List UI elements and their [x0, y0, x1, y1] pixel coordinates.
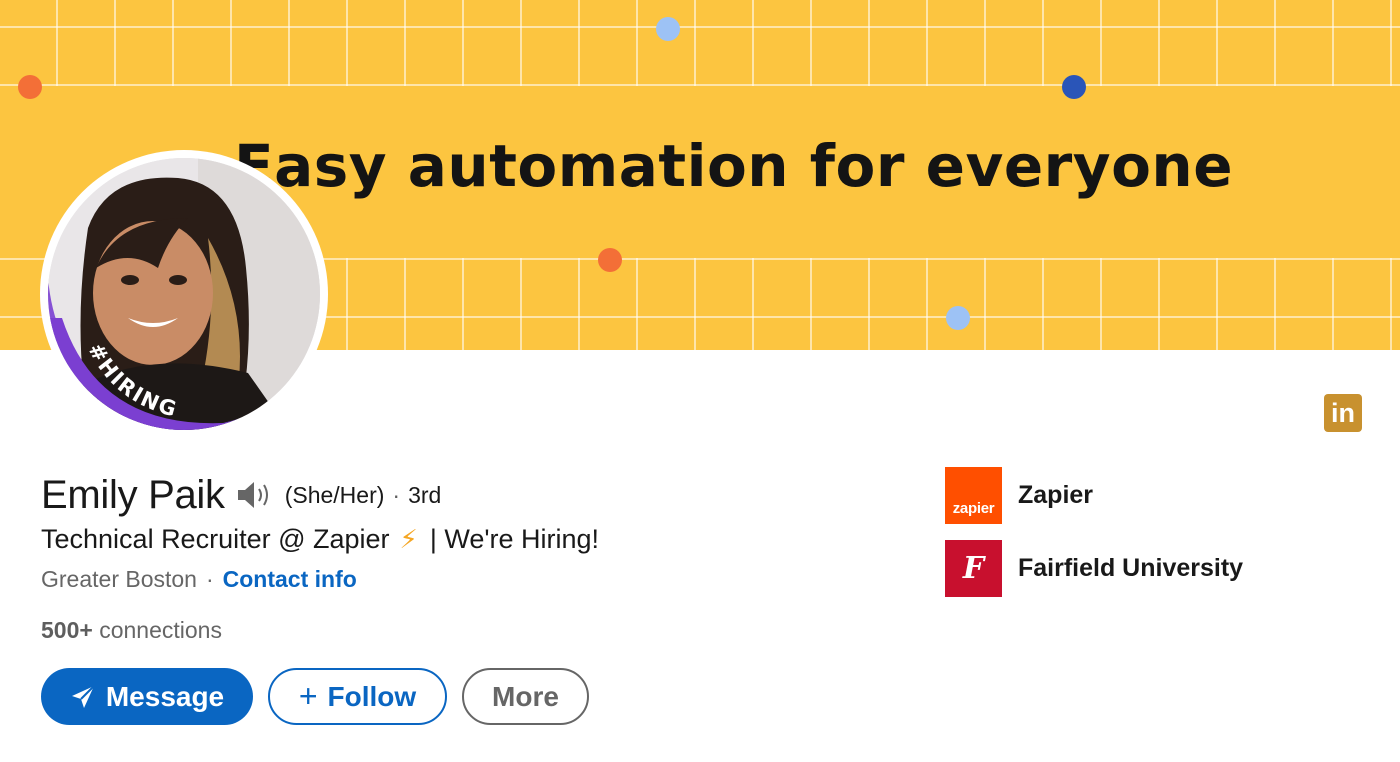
banner-dot-orange	[598, 248, 622, 272]
profile-name: Emily Paik	[41, 472, 225, 517]
banner-dot-lightblue	[656, 17, 680, 41]
separator-dot: ·	[392, 481, 401, 508]
contact-info-link[interactable]: Contact info	[223, 566, 357, 593]
connections-count: 500+ connections	[41, 617, 222, 644]
fairfield-logo-text: F	[962, 551, 985, 586]
org-item-fairfield-university[interactable]: F Fairfield University	[945, 540, 1243, 597]
more-button-label: More	[492, 680, 559, 712]
send-icon	[70, 684, 96, 710]
message-button[interactable]: Message	[41, 668, 253, 725]
org-name: Fairfield University	[1018, 554, 1244, 582]
banner-dot-orange	[18, 75, 42, 99]
profile-headline: Technical Recruiter @ Zapier ⚡ | We're H…	[41, 524, 599, 555]
separator-dot: ·	[205, 566, 214, 592]
location-row: Greater Boston · Contact info	[41, 566, 357, 593]
org-name: Zapier	[1018, 481, 1094, 509]
fairfield-logo-icon: F	[945, 540, 1002, 597]
headline-suffix: | We're Hiring!	[429, 524, 600, 554]
follow-button[interactable]: + Follow	[268, 668, 447, 725]
banner-dot-navy	[1062, 75, 1086, 99]
plus-icon: +	[298, 678, 318, 714]
location: Greater Boston	[41, 566, 197, 592]
zapier-logo-icon: zapier	[945, 467, 1002, 524]
message-button-label: Message	[105, 680, 225, 712]
connections-number: 500+	[41, 617, 93, 643]
org-item-zapier[interactable]: zapier Zapier	[945, 467, 1093, 524]
lightning-icon: ⚡	[399, 524, 418, 554]
banner-dot-lightblue	[946, 306, 970, 330]
banner-tagline: Easy automation for everyone	[234, 132, 1234, 200]
profile-photo: #HIRING	[48, 158, 320, 430]
name-pronunciation-speaker-icon[interactable]	[235, 479, 273, 511]
connection-degree: 3rd	[408, 481, 442, 508]
headline-prefix: Technical Recruiter @ Zapier	[41, 524, 390, 554]
zapier-logo-text: zapier	[952, 500, 995, 517]
name-row: Emily Paik (She/Her) · 3rd	[41, 470, 441, 520]
follow-button-label: Follow	[327, 680, 417, 712]
pronouns: (She/Her)	[284, 481, 385, 508]
connections-label: connections	[99, 617, 222, 643]
more-button[interactable]: More	[462, 668, 589, 725]
avatar[interactable]: #HIRING	[48, 158, 320, 430]
linkedin-icon[interactable]: in	[1324, 394, 1362, 432]
